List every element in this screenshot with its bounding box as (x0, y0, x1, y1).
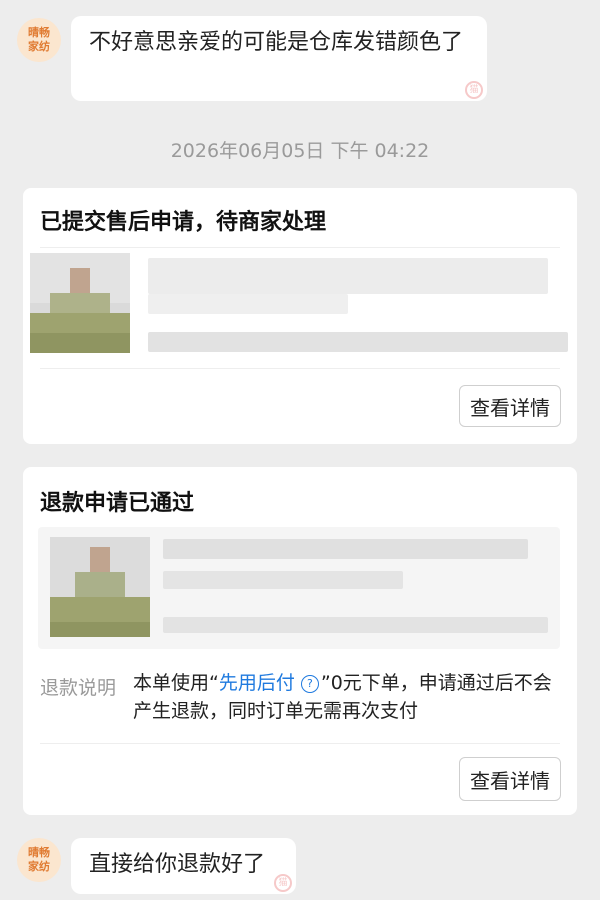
message-text-1: 不好意思亲爱的可能是仓库发错颜色了 (89, 30, 464, 55)
blurred-product-spec (163, 571, 403, 589)
refund-explain-label: 退款说明 (40, 677, 117, 699)
refund-explain-prefix: 本单使用“ (133, 672, 219, 694)
merchant-avatar[interactable]: 晴畅 家纺 (17, 838, 61, 882)
question-circle-icon[interactable]: ? (300, 674, 319, 693)
card-title: 已提交售后申请，待商家处理 (40, 210, 327, 235)
product-panel[interactable] (38, 527, 560, 649)
divider (40, 368, 560, 369)
message-bubble-2[interactable]: 直接给你退款好了 猫 (71, 838, 296, 894)
avatar-text-line1: 晴畅 (28, 846, 50, 859)
blurred-product-title (148, 258, 548, 294)
view-details-button[interactable]: 查看详情 (459, 757, 561, 801)
product-thumbnail[interactable] (50, 537, 150, 637)
view-details-button[interactable]: 查看详情 (459, 385, 561, 427)
blurred-product-title (163, 539, 528, 559)
product-image (50, 537, 150, 637)
product-thumbnail[interactable] (30, 253, 130, 353)
merchant-avatar[interactable]: 晴畅 家纺 (17, 18, 61, 62)
card-title: 退款申请已通过 (40, 491, 195, 516)
product-image (30, 253, 130, 353)
after-sales-card[interactable]: 已提交售后申请，待商家处理 查看详情 (23, 188, 577, 444)
refund-explain-text: 本单使用“先用后付? ”0元下单，申请通过后不会产生退款，同时订单无需再次支付 (133, 669, 553, 725)
avatar-text-line2: 家纺 (28, 860, 50, 873)
logo-watermark-icon: 猫 (465, 81, 483, 99)
message-bubble-1[interactable]: 不好意思亲爱的可能是仓库发错颜色了 猫 (71, 16, 487, 101)
avatar-text-line2: 家纺 (28, 40, 50, 53)
logo-watermark-icon: 猫 (274, 874, 292, 892)
divider (40, 247, 560, 248)
chat-timestamp: 2026年06月05日 下午 04:22 (170, 140, 430, 162)
blurred-product-spec (148, 294, 348, 314)
refund-approved-card[interactable]: 退款申请已通过 退款说明 本单使用“先用后付? ”0元下单，申请通过后不会产生退款… (23, 467, 577, 815)
avatar-text-line1: 晴畅 (28, 26, 50, 39)
divider (40, 743, 560, 744)
pay-later-link[interactable]: 先用后付 (219, 672, 295, 694)
blurred-product-price (163, 617, 548, 633)
message-text-2: 直接给你退款好了 (89, 852, 266, 877)
blurred-product-price (148, 332, 568, 352)
